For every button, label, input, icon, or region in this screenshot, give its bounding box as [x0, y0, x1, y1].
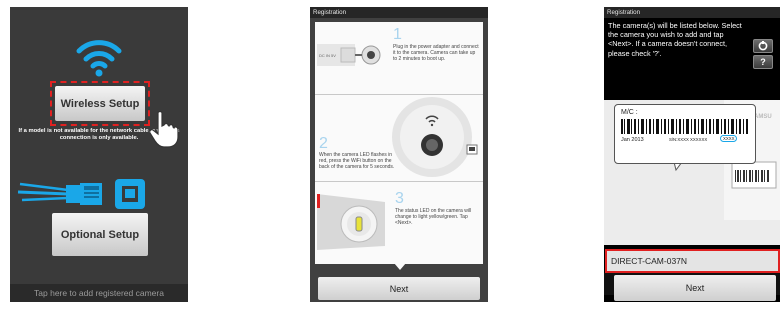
optional-setup-button[interactable]: Optional Setup: [52, 213, 148, 256]
wireless-setup-label: Wireless Setup: [55, 86, 145, 121]
wifi-icon: [76, 40, 122, 77]
registration-steps-screen: Registration DC IN 5V 1 Plug in the powe…: [310, 7, 488, 302]
ethernet-cable-icon: [17, 179, 145, 209]
status-led-illustration: [317, 194, 385, 250]
wireless-setup-button[interactable]: Wireless Setup: [50, 81, 150, 126]
pointing-hand-icon: [149, 110, 179, 148]
panel-pointer-arrow: [394, 263, 406, 270]
step-1-text: Plug in the power adapter and connect it…: [393, 44, 479, 63]
next-button[interactable]: Next: [318, 277, 480, 300]
step-2-text: When the camera LED flashes in red, pres…: [319, 152, 395, 171]
camera-list-item[interactable]: DIRECT-CAM-037N: [605, 249, 780, 273]
screen-title: Registration: [310, 7, 488, 18]
refresh-button[interactable]: [753, 39, 773, 53]
camera-select-screen: Registration The camera(s) will be liste…: [604, 7, 780, 302]
step-2: 2 When the camera LED flashes in red, pr…: [315, 95, 483, 181]
camera-wifi-button-illustration: [392, 97, 478, 177]
step-1: DC IN 5V 1 Plug in the power adapter and…: [315, 22, 483, 94]
setup-mode-screen: Wireless Setup If a model is not availab…: [10, 7, 188, 302]
screen-title: Registration: [604, 7, 780, 18]
camera-label-illustration: SAMSU M/C : Jan 2013 S/N:XXXX XXXXXX XXX…: [604, 100, 780, 245]
help-button[interactable]: ?: [753, 55, 773, 69]
step-3: 3 The status LED on the camera will chan…: [315, 182, 483, 264]
dc-in-label: DC IN 5V: [319, 53, 336, 58]
refresh-icon: [758, 41, 768, 51]
serial-label-callout: M/C : Jan 2013 S/N:XXXX XXXXXX XXXX: [614, 104, 756, 164]
date-label: Jan 2013: [621, 137, 644, 143]
setup-steps-panel: DC IN 5V 1 Plug in the power adapter and…: [315, 22, 483, 264]
camera-select-instruction: The camera(s) will be listed below. Sele…: [608, 21, 742, 58]
step-3-number: 3: [395, 190, 404, 207]
serial-number-label: S/N:XXXX XXXXXX: [669, 137, 708, 142]
serial-highlight: XXXX: [720, 135, 738, 142]
mc-label: M/C :: [621, 109, 638, 116]
next-button[interactable]: Next: [614, 275, 776, 301]
step-1-number: 1: [393, 26, 402, 43]
step-2-number: 2: [319, 135, 328, 152]
step-3-text: The status LED on the camera will change…: [395, 208, 472, 227]
barcode-graphic: [621, 119, 748, 134]
add-registered-camera-link[interactable]: Tap here to add registered camera: [10, 284, 188, 302]
